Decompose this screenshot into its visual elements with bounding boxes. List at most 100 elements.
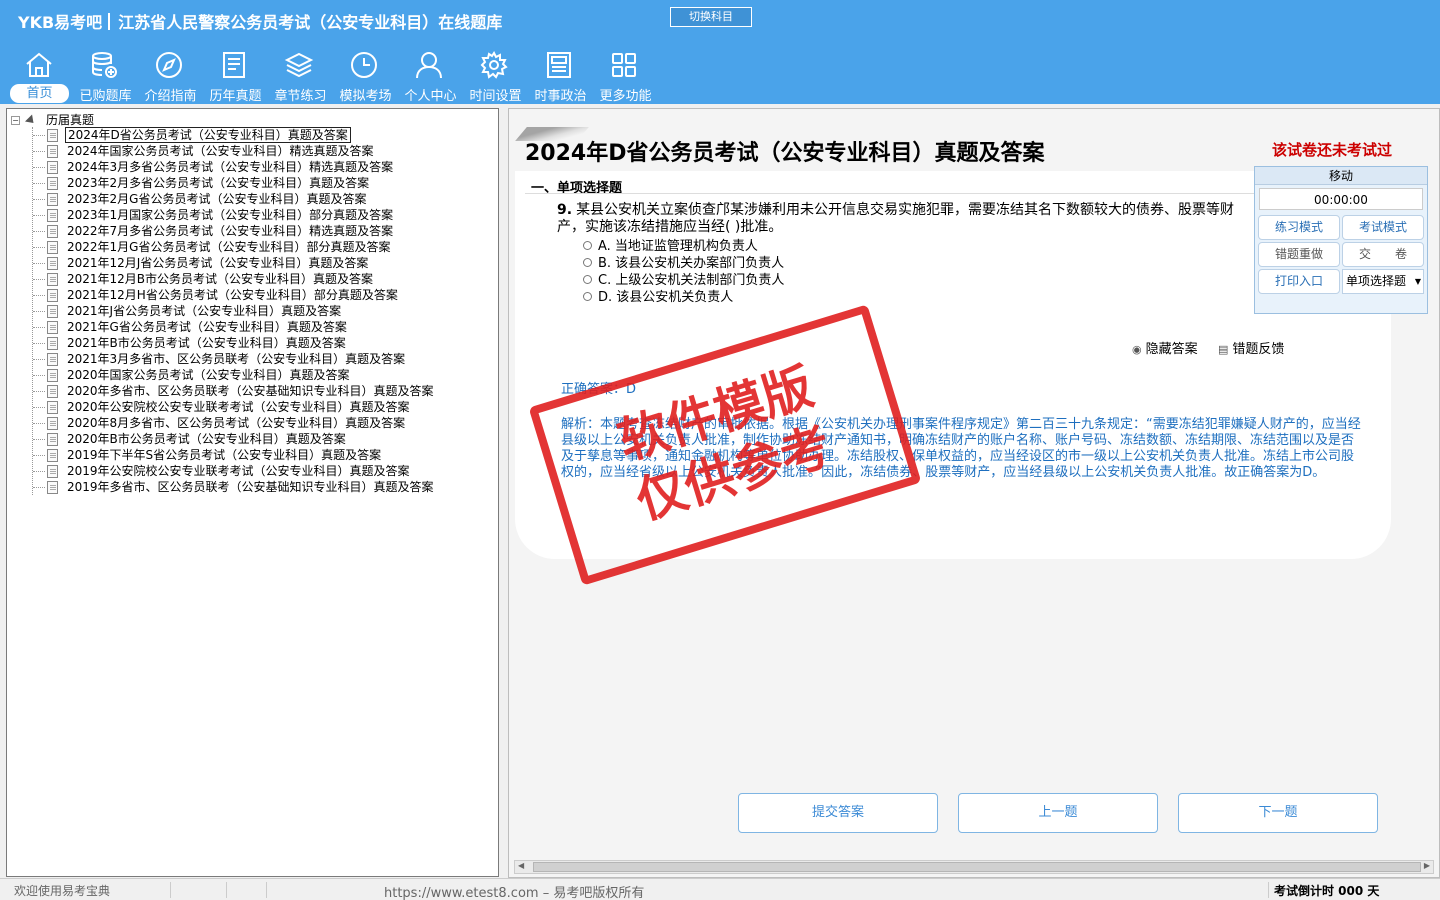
option-d[interactable]: D. 该县公安机关负责人: [583, 289, 784, 306]
nav-home[interactable]: 首页: [8, 46, 73, 104]
submit-paper-button[interactable]: 交 卷: [1342, 242, 1424, 267]
prev-question-button[interactable]: 上一题: [958, 793, 1158, 833]
nav-chapter-practice[interactable]: 章节练习: [268, 46, 333, 104]
tree-item[interactable]: 2021年B市公务员考试（公安专业科目）真题及答案: [7, 335, 498, 351]
tool-panel-drag-handle[interactable]: 移动: [1255, 167, 1427, 185]
tree-item[interactable]: 2024年国家公务员考试（公安专业科目）精选真题及答案: [7, 143, 498, 159]
print-entry-button[interactable]: 打印入口: [1258, 269, 1340, 294]
option-b[interactable]: B. 该县公安机关办案部门负责人: [583, 255, 784, 272]
document-icon: [47, 433, 58, 446]
tree-item-label: 2023年2月多省公务员考试（公安专业科目）真题及答案: [67, 176, 370, 190]
nav-mock-exam[interactable]: 模拟考场: [333, 46, 398, 104]
nav-more[interactable]: 更多功能: [593, 46, 658, 104]
tree-item[interactable]: 2022年1月G省公务员考试（公安专业科目）部分真题及答案: [7, 239, 498, 255]
tree-item-label: 2024年D省公务员考试（公安专业科目）真题及答案: [65, 127, 351, 143]
tree-item[interactable]: 2020年多省市、区公务员联考（公安基础知识专业科目）真题及答案: [7, 383, 498, 399]
tree-item[interactable]: 2023年2月多省公务员考试（公安专业科目）真题及答案: [7, 175, 498, 191]
redo-wrong-button[interactable]: 错题重做: [1258, 242, 1340, 267]
nav-past-papers-label: 历年真题: [209, 89, 262, 104]
tree-connector: [33, 295, 45, 296]
tree-item[interactable]: 2019年下半年S省公务员考试（公安专业科目）真题及答案: [7, 447, 498, 463]
tree-item[interactable]: 2024年3月多省公务员考试（公安专业科目）精选真题及答案: [7, 159, 498, 175]
scroll-left-icon[interactable]: ◀: [518, 861, 524, 870]
nav-mock-exam-label: 模拟考场: [339, 89, 392, 104]
tree-item[interactable]: 2020年公安院校公安专业联考考试（公安专业科目）真题及答案: [7, 399, 498, 415]
tree-connector: [33, 471, 45, 472]
document-icon: [47, 257, 58, 270]
tree-item[interactable]: 2024年D省公务员考试（公安专业科目）真题及答案: [7, 127, 498, 143]
tree-item[interactable]: 2021年3月多省市、区公务员联考（公安专业科目）真题及答案: [7, 351, 498, 367]
tree-item-label: 2020年8月多省市、区公务员考试（公安专业科目）真题及答案: [67, 416, 406, 430]
radio-icon[interactable]: [583, 292, 592, 301]
answer-options: A. 当地证监管理机构负责人 B. 该县公安机关办案部门负责人 C. 上级公安机…: [583, 238, 784, 306]
question-type-select[interactable]: 单项选择题: [1341, 269, 1424, 294]
tree-item[interactable]: 2021年12月H省公务员考试（公安专业科目）部分真题及答案: [7, 287, 498, 303]
tree-connector: [33, 231, 45, 232]
tree-item[interactable]: 2020年B市公务员考试（公安专业科目）真题及答案: [7, 431, 498, 447]
next-question-button[interactable]: 下一题: [1178, 793, 1378, 833]
document-icon: [47, 177, 58, 190]
main-nav: 首页 已购题库 介绍指南 历年真题 章节练习 模拟考场 个人中心 时间设置 时事…: [8, 46, 658, 104]
nav-past-papers[interactable]: 历年真题: [203, 46, 268, 104]
tree-connector: [33, 359, 45, 360]
nav-chapter-practice-label: 章节练习: [274, 89, 327, 104]
document-icon: [47, 209, 58, 222]
document-icon: [47, 321, 58, 334]
tree-item[interactable]: 2021年G省公务员考试（公安专业科目）真题及答案: [7, 319, 498, 335]
tree-item-label: 2020年多省市、区公务员联考（公安基础知识专业科目）真题及答案: [67, 384, 434, 398]
tree-connector: [33, 311, 45, 312]
tree-item-label: 2022年1月G省公务员考试（公安专业科目）部分真题及答案: [67, 240, 391, 254]
tree-root[interactable]: − 历届真题: [11, 111, 94, 127]
scroll-right-icon[interactable]: ▶: [1424, 861, 1430, 870]
document-icon: [47, 337, 58, 350]
practice-mode-button[interactable]: 练习模式: [1258, 215, 1340, 240]
exam-title: 2024年D省公务员考试（公安专业科目）真题及答案: [525, 141, 1045, 166]
tree-item[interactable]: 2021年12月B市公务员考试（公安专业科目）真题及答案: [7, 271, 498, 287]
option-a[interactable]: A. 当地证监管理机构负责人: [583, 238, 784, 255]
newspaper-icon: [547, 52, 571, 78]
switch-subject-button[interactable]: 切换科目: [670, 7, 752, 27]
tree-item-label: 2020年公安院校公安专业联考考试（公安专业科目）真题及答案: [67, 400, 410, 414]
tree-item[interactable]: 2021年J省公务员考试（公安专业科目）真题及答案: [7, 303, 498, 319]
tree-item[interactable]: 2019年公安院校公安专业联考考试（公安专业科目）真题及答案: [7, 463, 498, 479]
submit-answer-button[interactable]: 提交答案: [738, 793, 938, 833]
status-divider: [226, 882, 227, 898]
radio-icon[interactable]: [583, 275, 592, 284]
tree-item[interactable]: 2019年多省市、区公务员联考（公安基础知识专业科目）真题及答案: [7, 479, 498, 495]
tree-connector: [33, 375, 45, 376]
error-feedback-link[interactable]: ▤ 错题反馈: [1218, 338, 1284, 357]
scrollbar-thumb[interactable]: [533, 862, 1421, 872]
nav-time-settings[interactable]: 时间设置: [463, 46, 528, 104]
tree-item[interactable]: 2022年7月多省公务员考试（公安专业科目）精选真题及答案: [7, 223, 498, 239]
tree-item[interactable]: 2023年1月国家公务员考试（公安专业科目）部分真题及答案: [7, 207, 498, 223]
app-title: 江苏省人民警察公务员考试（公安专业科目）在线题库: [118, 13, 503, 32]
horizontal-scrollbar[interactable]: ◀ ▶: [514, 860, 1434, 874]
tree-item-label: 2021年12月J省公务员考试（公安专业科目）真题及答案: [67, 256, 369, 270]
correct-answer: 正确答案：D: [561, 382, 637, 397]
radio-icon[interactable]: [583, 258, 592, 267]
question-body: 某县公安机关立案侦查邝某涉嫌利用未公开信息交易实施犯罪，需要冻结其名下数额较大的…: [557, 202, 1235, 235]
collapse-icon[interactable]: −: [11, 116, 20, 125]
question-number: 9.: [557, 202, 573, 218]
nav-purchased-label: 已购题库: [79, 89, 132, 104]
nav-purchased[interactable]: 已购题库: [73, 46, 138, 104]
document-icon: [47, 273, 58, 286]
tree-root-label: 历届真题: [46, 113, 95, 127]
nav-guide-label: 介绍指南: [144, 89, 197, 104]
exam-tool-panel: 移动 00:00:00 练习模式 考试模式 错题重做 交 卷 打印入口 单项选择…: [1254, 166, 1428, 314]
compass-icon: [156, 52, 182, 78]
tree-connector: [33, 343, 45, 344]
nav-guide[interactable]: 介绍指南: [138, 46, 203, 104]
tree-item[interactable]: 2023年2月G省公务员考试（公安专业科目）真题及答案: [7, 191, 498, 207]
tree-item[interactable]: 2020年国家公务员考试（公安专业科目）真题及答案: [7, 367, 498, 383]
radio-icon[interactable]: [583, 241, 592, 250]
tree-item[interactable]: 2021年12月J省公务员考试（公安专业科目）真题及答案: [7, 255, 498, 271]
exam-mode-button[interactable]: 考试模式: [1342, 215, 1424, 240]
eye-icon: ◉: [1132, 343, 1142, 356]
option-c[interactable]: C. 上级公安机关法制部门负责人: [583, 272, 784, 289]
hide-answer-link[interactable]: ◉ 隐藏答案: [1132, 338, 1198, 357]
nav-current-affairs[interactable]: 时事政治: [528, 46, 593, 104]
tree-item[interactable]: 2020年8月多省市、区公务员考试（公安专业科目）真题及答案: [7, 415, 498, 431]
nav-personal-center[interactable]: 个人中心: [398, 46, 463, 104]
gear-icon: [480, 51, 508, 79]
